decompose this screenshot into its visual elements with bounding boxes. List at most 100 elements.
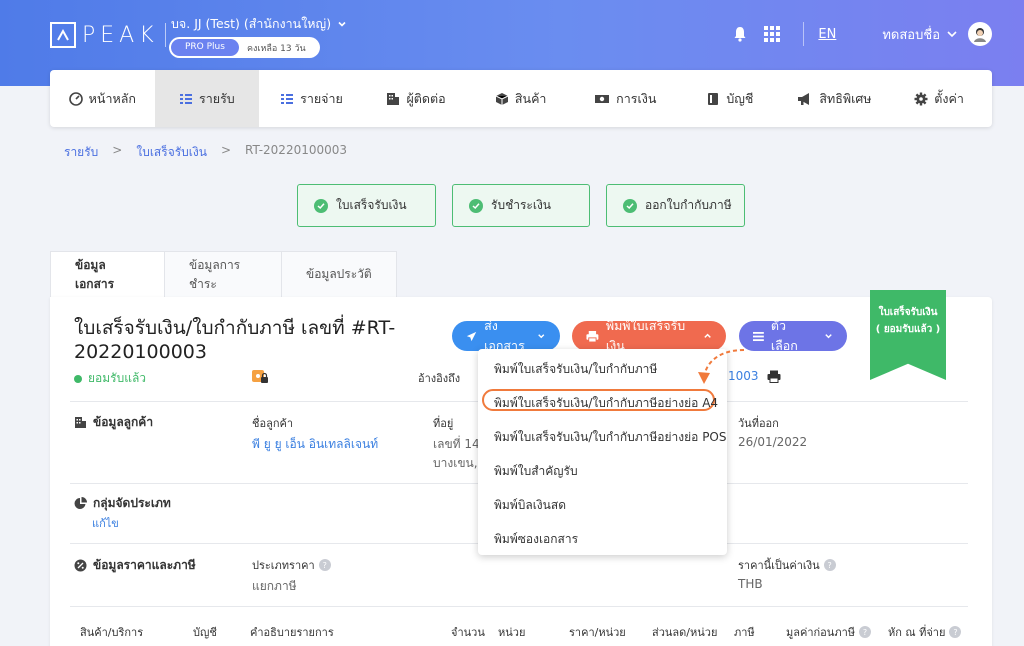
menu-item-print-envelope[interactable]: พิมพ์ซองเอกสาร bbox=[494, 530, 578, 549]
col-product: สินค้า/บริการ bbox=[80, 626, 144, 639]
nav-privileges[interactable]: สิทธิพิเศษ bbox=[782, 70, 887, 127]
check-circle-icon bbox=[314, 198, 328, 213]
classification-edit-link[interactable]: แก้ไข bbox=[92, 514, 119, 532]
nav-finance[interactable]: การเงิน bbox=[573, 70, 678, 127]
chevron-down-icon[interactable] bbox=[946, 29, 958, 39]
nav-settings[interactable]: ตั้งค่า bbox=[887, 70, 992, 127]
menu-item-print-abbreviated-a4[interactable]: พิมพ์ใบเสร็จรับเงิน/ใบกำกับภาษีอย่างย่อ … bbox=[494, 394, 718, 413]
breadcrumb-receipts[interactable]: ใบเสร็จรับเงิน bbox=[136, 143, 207, 162]
workflow-steps: ใบเสร็จรับเงิน รับชำระเงิน ออกใบกำกับภาษ… bbox=[297, 184, 745, 227]
pricing-section-heading: ข้อมูลราคาและภาษี bbox=[74, 556, 196, 575]
col-description: คำอธิบายรายการ bbox=[250, 626, 334, 639]
plan-remaining: คงเหลือ 13 วัน bbox=[246, 43, 306, 54]
breadcrumb-separator: > bbox=[112, 143, 123, 157]
step-receipt[interactable]: ใบเสร็จรับเงิน bbox=[297, 184, 436, 227]
check-circle-icon bbox=[623, 198, 637, 213]
box-icon bbox=[495, 92, 509, 105]
header-divider bbox=[803, 22, 805, 46]
col-withholding: หัก ณ ที่จ่าย ? bbox=[888, 623, 962, 641]
issue-date-label: วันที่ออก bbox=[738, 417, 779, 430]
plan-name: PRO Plus bbox=[171, 39, 239, 56]
ribbon-line1: ใบเสร็จรับเงิน bbox=[878, 307, 938, 318]
megaphone-icon bbox=[798, 92, 810, 105]
step-tax-invoice[interactable]: ออกใบกำกับภาษี bbox=[606, 184, 745, 227]
send-document-button[interactable]: ส่งเอกสาร bbox=[452, 318, 560, 353]
expense-icon bbox=[281, 93, 294, 104]
logo-mark-icon bbox=[50, 22, 76, 48]
col-pretax-amount: มูลค่าก่อนภาษี ? bbox=[786, 623, 871, 641]
options-button[interactable]: ตัวเลือก bbox=[739, 318, 847, 353]
pie-chart-icon bbox=[74, 497, 87, 509]
peak-logo[interactable]: PEAK bbox=[50, 22, 166, 48]
printer-icon[interactable] bbox=[767, 370, 781, 383]
tab-history-info[interactable]: ข้อมูลประวัติ bbox=[282, 251, 397, 297]
menu-item-print-abbreviated-pos[interactable]: พิมพ์ใบเสร็จรับเงิน/ใบกำกับภาษีอย่างย่อ … bbox=[494, 428, 727, 447]
nav-income[interactable]: รายรับ bbox=[154, 70, 260, 127]
page-title: ใบเสร็จรับเงิน/ใบกำกับภาษี เลขที่ #RT- 2… bbox=[74, 317, 396, 363]
nav-dashboard[interactable]: หน้าหลัก bbox=[50, 70, 155, 127]
status-badge: ยอมรับแล้ว bbox=[74, 369, 146, 388]
help-icon[interactable]: ? bbox=[949, 626, 962, 638]
user-avatar[interactable] bbox=[968, 22, 992, 46]
dashboard-icon bbox=[68, 91, 83, 106]
document-tabs: ข้อมูลเอกสาร ข้อมูลการชำระ ข้อมูลประวัติ bbox=[50, 251, 397, 298]
help-icon[interactable]: ? bbox=[823, 559, 836, 571]
percent-icon bbox=[74, 559, 87, 572]
col-account: บัญชี bbox=[193, 626, 217, 639]
chevron-down-icon bbox=[338, 21, 346, 27]
issue-date-value: 26/01/2022 bbox=[738, 435, 808, 449]
check-circle-icon bbox=[469, 198, 483, 213]
currency-value: THB bbox=[738, 577, 763, 591]
apps-grid-icon[interactable] bbox=[763, 25, 781, 43]
header-actions: EN ทดสอบชื่อ bbox=[731, 22, 992, 46]
chevron-up-icon bbox=[704, 333, 711, 338]
col-tax: ภาษี bbox=[734, 626, 755, 639]
col-unit-price: ราคา/หน่วย bbox=[569, 626, 626, 639]
tab-payment-info[interactable]: ข้อมูลการชำระ bbox=[165, 251, 282, 297]
income-icon bbox=[180, 93, 193, 104]
plan-badge[interactable]: PRO Plus คงเหลือ 13 วัน bbox=[169, 37, 320, 58]
company-switcher[interactable]: บจ. JJ (Test) (สำนักงานใหญ่) bbox=[171, 14, 347, 34]
money-icon bbox=[595, 94, 610, 103]
divider bbox=[70, 606, 968, 607]
menu-item-print-receipt-voucher[interactable]: พิมพ์ใบสำคัญรับ bbox=[494, 462, 578, 481]
print-dropdown-menu: พิมพ์ใบเสร็จรับเงิน/ใบกำกับภาษี พิมพ์ใบเ… bbox=[478, 349, 727, 555]
book-icon bbox=[708, 92, 719, 105]
gear-icon bbox=[914, 92, 928, 105]
locked-document-icon[interactable] bbox=[252, 369, 270, 388]
main-nav: หน้าหลัก รายรับ รายจ่าย ผู้ติดต่อ สินค้า… bbox=[50, 70, 992, 127]
bell-icon[interactable] bbox=[731, 25, 749, 43]
reference-label: อ้างอิงถึง bbox=[418, 372, 461, 385]
help-icon[interactable]: ? bbox=[859, 626, 871, 638]
ribbon-line2: ( ยอมรับแล้ว ) bbox=[875, 324, 941, 335]
language-switch[interactable]: EN bbox=[818, 27, 836, 42]
customer-section-heading: ข้อมูลลูกค้า bbox=[74, 413, 153, 432]
help-icon[interactable]: ? bbox=[318, 559, 331, 571]
nav-accounts[interactable]: บัญชี bbox=[678, 70, 783, 127]
menu-item-print-tax-invoice[interactable]: พิมพ์ใบเสร็จรับเงิน/ใบกำกับภาษี bbox=[494, 360, 657, 379]
username[interactable]: ทดสอบชื่อ bbox=[882, 24, 940, 45]
logo-divider bbox=[164, 23, 166, 47]
address-label: ที่อยู่ bbox=[433, 417, 454, 430]
nav-products[interactable]: สินค้า bbox=[468, 70, 573, 127]
tab-document-info[interactable]: ข้อมูลเอกสาร bbox=[50, 251, 165, 298]
chevron-down-icon bbox=[825, 334, 832, 339]
customer-name-label: ชื่อลูกค้า bbox=[252, 417, 294, 430]
step-payment[interactable]: รับชำระเงิน bbox=[452, 184, 590, 227]
printer-icon bbox=[586, 330, 599, 342]
building-icon bbox=[75, 417, 86, 428]
customer-name-link[interactable]: พี ยู ยู เอ็น อินเทลลิเจนท์ bbox=[252, 435, 378, 454]
status-dot-icon bbox=[74, 374, 82, 383]
breadcrumb-income[interactable]: รายรับ bbox=[64, 143, 98, 162]
col-discount: ส่วนลด/หน่วย bbox=[652, 626, 718, 639]
currency-label: ราคานี้เป็นค่าเงิน ? bbox=[738, 556, 836, 574]
classification-section-heading: กลุ่มจัดประเภท bbox=[74, 494, 171, 513]
menu-item-print-cash-bill[interactable]: พิมพ์บิลเงินสด bbox=[494, 496, 566, 515]
nav-expense[interactable]: รายจ่าย bbox=[259, 70, 364, 127]
address-line2: บางเขน, bbox=[433, 456, 478, 470]
nav-contacts[interactable]: ผู้ติดต่อ bbox=[364, 70, 469, 127]
chevron-down-icon bbox=[538, 334, 545, 339]
paper-plane-icon bbox=[466, 331, 477, 341]
company-name: บจ. JJ (Test) (สำนักงานใหญ่) bbox=[171, 16, 332, 31]
col-quantity: จำนวน bbox=[451, 626, 485, 639]
